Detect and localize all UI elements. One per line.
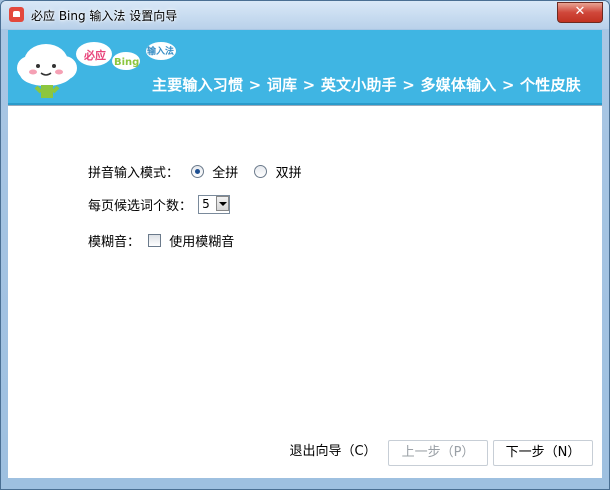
radio-full-pinyin[interactable] xyxy=(191,165,205,178)
radio-double-pinyin-label[interactable]: 双拼 xyxy=(276,162,302,181)
radio-full-pinyin-label[interactable]: 全拼 xyxy=(212,162,238,181)
fuzzy-row: 模糊音： 使用模糊音 xyxy=(88,231,238,250)
pinyin-mode-label: 拼音输入模式： xyxy=(88,166,180,181)
chevron-down-icon[interactable] xyxy=(216,196,230,211)
per-page-row: 每页候选词个数： 5 xyxy=(88,195,231,214)
per-page-label: 每页候选词个数： xyxy=(88,199,193,214)
radio-double-pinyin[interactable] xyxy=(254,165,268,178)
logo-text-bing: Bing xyxy=(114,57,139,68)
fuzzy-label: 模糊音： xyxy=(88,235,141,250)
wizard-banner: 必应 Bing 输入法 主要输入习惯 > 词库 > 英文小助手 > 多媒体输入 … xyxy=(8,30,602,105)
logo-text-biying: 必应 xyxy=(83,48,106,62)
logo-text-ime: 输入法 xyxy=(147,45,174,57)
next-button[interactable]: 下一步（N） xyxy=(493,440,593,466)
content-panel: 拼音输入模式： 全拼 双拼 每页候选词个数： 5 模糊音： 使用模糊音 退出向导… xyxy=(8,105,602,478)
wizard-steps: 主要输入习惯 > 词库 > 英文小助手 > 多媒体输入 > 个性皮肤 xyxy=(152,76,581,94)
title-bar[interactable]: 必应 Bing 输入法 设置向导 ✕ xyxy=(1,1,609,29)
per-page-value: 5 xyxy=(202,197,210,211)
per-page-select[interactable]: 5 xyxy=(198,195,231,214)
window-title: 必应 Bing 输入法 设置向导 xyxy=(31,9,178,23)
setup-wizard-window: 必应 Bing 输入法 设置向导 ✕ 必应 Bing 输入法 主要输入习惯 > … xyxy=(0,0,610,490)
app-icon xyxy=(9,7,24,22)
exit-wizard-button[interactable]: 退出向导（C） xyxy=(284,440,382,464)
fuzzy-checkbox-label[interactable]: 使用模糊音 xyxy=(169,231,234,250)
fuzzy-checkbox[interactable] xyxy=(148,234,162,247)
close-button[interactable]: ✕ xyxy=(557,2,603,23)
previous-button[interactable]: 上一步（P） xyxy=(388,440,488,466)
pinyin-mode-row: 拼音输入模式： 全拼 双拼 xyxy=(88,162,306,181)
